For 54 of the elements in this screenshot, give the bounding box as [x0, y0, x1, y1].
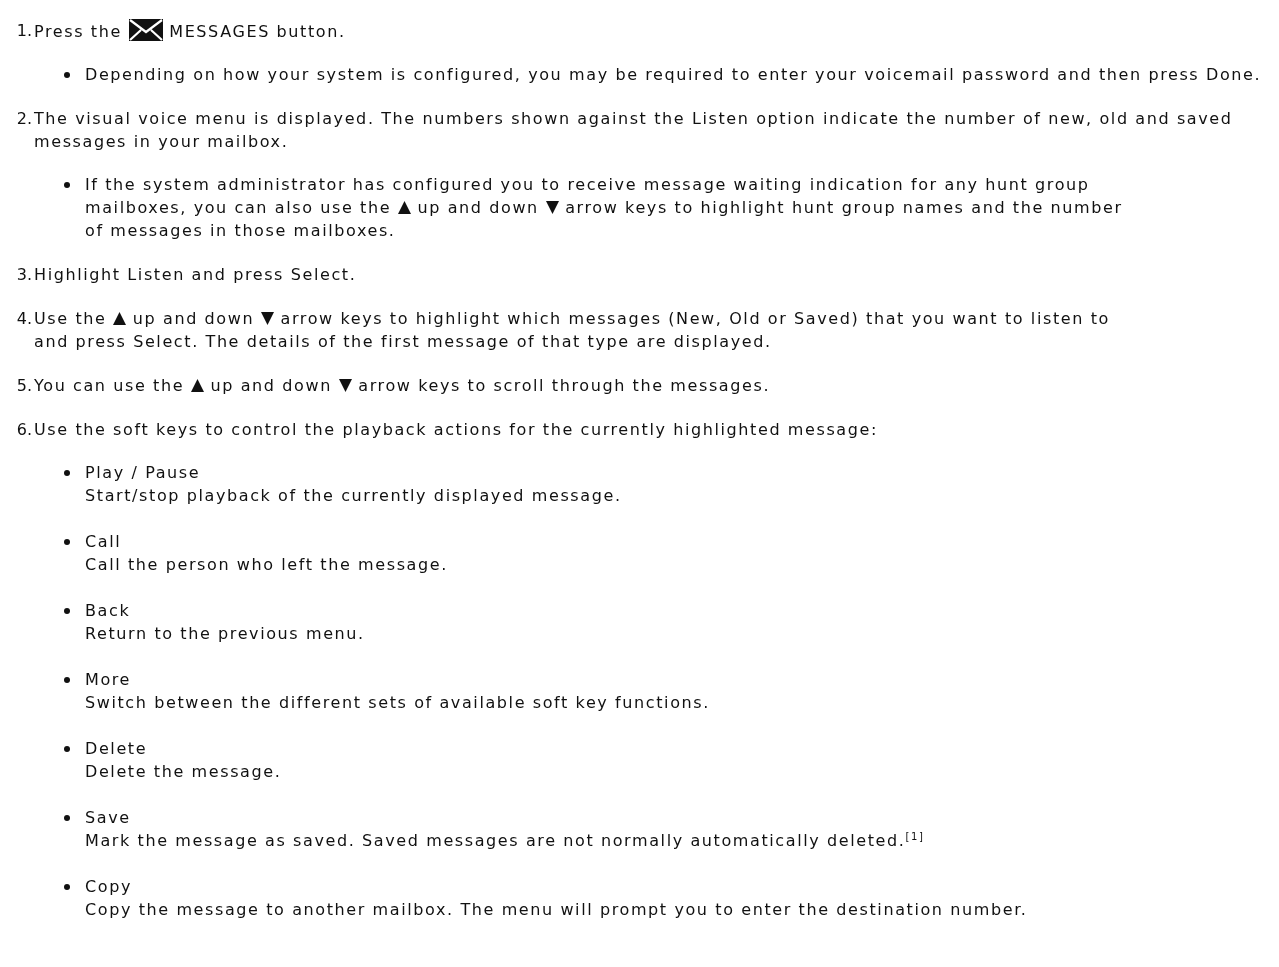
- step-text: MESSAGES button.: [169, 22, 346, 41]
- soft-key-description: Mark the message as saved. Saved messages are not normally automatically deleted.$^{[1]}$: [85, 829, 925, 852]
- step-text: You can use the: [34, 376, 185, 395]
- step-text: Use the soft keys to control the playback actions for the currently highlighted message:: [34, 420, 878, 439]
- soft-key-name: Call: [85, 531, 123, 553]
- soft-key-name: Play / Pause: [85, 462, 202, 484]
- step-number: 2.: [15, 108, 33, 130]
- bullet-icon: [64, 470, 70, 476]
- step-text: arrow keys to highlight which messages (New, Old or Saved) that you want to listen to: [280, 309, 1110, 328]
- up-arrow-icon: [113, 312, 127, 325]
- soft-key-name: Copy: [85, 876, 133, 898]
- note-text: If the system administrator has configured you to receive message waiting indication for any hunt group: [85, 175, 1090, 194]
- down-arrow-icon: [545, 201, 559, 214]
- step-text: up and down: [210, 376, 332, 395]
- up-arrow-icon: [397, 201, 411, 214]
- bullet-icon: [64, 815, 70, 821]
- step-number: 3.: [15, 264, 33, 286]
- step-text: Press the: [34, 22, 122, 41]
- step-number: 1.: [15, 20, 33, 42]
- bullet-icon: [64, 746, 70, 752]
- step-text: Highlight Listen and press Select.: [34, 265, 357, 284]
- bullet-icon: [64, 608, 70, 614]
- step-text: arrow keys to scroll through the messages.: [358, 376, 771, 395]
- note-text: arrow keys to highlight hunt group names and the number: [565, 198, 1123, 217]
- soft-key-description: Return to the previous menu.: [85, 623, 365, 645]
- soft-key-description: Copy the message to another mailbox. The menu will prompt you to enter the destination number.: [85, 899, 1028, 921]
- soft-key-description: Start/stop playback of the currently displayed message.: [85, 485, 622, 507]
- up-arrow-icon: [190, 379, 204, 392]
- note-text: mailboxes, you can also use the: [85, 198, 392, 217]
- envelope-icon: [128, 19, 163, 41]
- soft-key-name: Back: [85, 600, 132, 622]
- soft-key-name: More: [85, 669, 133, 691]
- step-number: 5.: [15, 375, 33, 397]
- down-arrow-icon: [338, 379, 352, 392]
- bullet-icon: [64, 72, 70, 78]
- soft-key-name: Save: [85, 807, 132, 829]
- step-number: 4.: [15, 308, 33, 330]
- soft-key-description: Delete the message.: [85, 761, 282, 783]
- note-text: up and down: [417, 198, 539, 217]
- note-text: of messages in those mailboxes.: [85, 221, 396, 240]
- bullet-icon: [64, 182, 70, 188]
- soft-key-name: Delete: [85, 738, 149, 760]
- step-text: and press Select. The details of the first message of that type are displayed.: [34, 332, 772, 351]
- bullet-icon: [64, 539, 70, 545]
- bullet-icon: [64, 677, 70, 683]
- step-text: The visual voice menu is displayed. The numbers shown against the Listen option indicate the number of new, old and saved messages in your mailbox.: [34, 109, 1233, 151]
- step-number: 6.: [15, 419, 33, 441]
- step-text: Use the: [34, 309, 107, 328]
- bullet-icon: [64, 884, 70, 890]
- note-text: Depending on how your system is configured, you may be required to enter your voicemail password and then press Done.: [85, 65, 1262, 84]
- down-arrow-icon: [260, 312, 274, 325]
- step-text: up and down: [132, 309, 255, 328]
- soft-key-description: Switch between the different sets of available soft key functions.: [85, 692, 710, 714]
- soft-key-description: Call the person who left the message.: [85, 554, 448, 576]
